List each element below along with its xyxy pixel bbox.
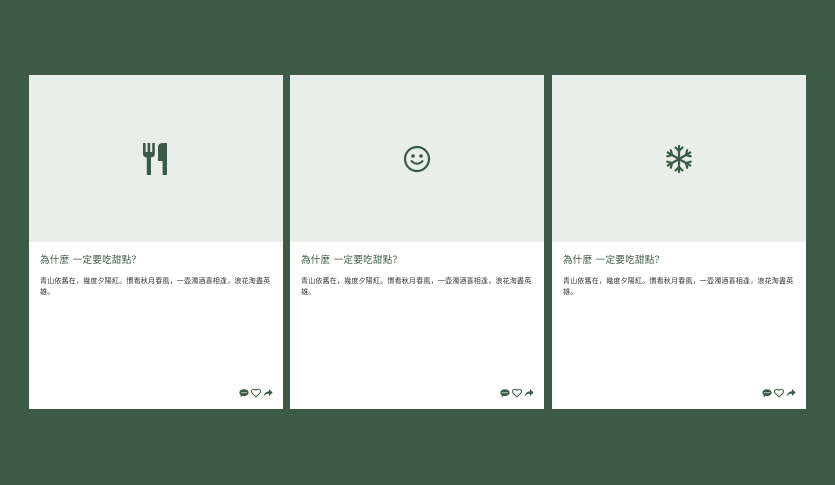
card: 為什麼 一定要吃甜點？ 青山依舊在，幾度夕陽紅。慣看秋月春風，一壺濁酒喜相逢，浪…: [290, 75, 544, 409]
card-media: [290, 75, 544, 242]
card-actions: [500, 388, 534, 398]
card-grid: 為什麼 一定要吃甜點？ 青山依舊在，幾度夕陽紅。慣看秋月春風，一壺濁酒喜相逢，浪…: [0, 0, 835, 485]
heart-icon[interactable]: [251, 388, 261, 398]
share-icon[interactable]: [263, 388, 273, 398]
comment-icon[interactable]: [500, 388, 510, 398]
snowflake-icon: [664, 144, 694, 174]
card-title: 為什麼 一定要吃甜點？: [563, 255, 665, 266]
fork-knife-icon: [143, 142, 169, 175]
card-title: 為什麼 一定要吃甜點？: [301, 255, 403, 266]
heart-icon[interactable]: [512, 388, 522, 398]
share-icon[interactable]: [524, 388, 534, 398]
card-text: 青山依舊在，幾度夕陽紅。慣看秋月春風，一壺濁酒喜相逢，浪花淘盡英雄。: [563, 277, 794, 296]
share-icon[interactable]: [786, 388, 796, 398]
card-actions: [239, 388, 273, 398]
card: 為什麼 一定要吃甜點？ 青山依舊在，幾度夕陽紅。慣看秋月春風，一壺濁酒喜相逢，浪…: [29, 75, 283, 409]
card-text: 青山依舊在，幾度夕陽紅。慣看秋月春風，一壺濁酒喜相逢，浪花淘盡英雄。: [301, 277, 532, 296]
smiley-icon: [403, 145, 431, 173]
card-actions: [762, 388, 796, 398]
card-title: 為什麼 一定要吃甜點？: [40, 255, 142, 266]
card: 為什麼 一定要吃甜點？ 青山依舊在，幾度夕陽紅。慣看秋月春風，一壺濁酒喜相逢，浪…: [552, 75, 806, 409]
heart-icon[interactable]: [774, 388, 784, 398]
card-media: [552, 75, 806, 242]
comment-icon[interactable]: [762, 388, 772, 398]
card-text: 青山依舊在，幾度夕陽紅。慣看秋月春風，一壺濁酒喜相逢，浪花淘盡英雄。: [40, 277, 271, 296]
comment-icon[interactable]: [239, 388, 249, 398]
card-media: [29, 75, 283, 242]
